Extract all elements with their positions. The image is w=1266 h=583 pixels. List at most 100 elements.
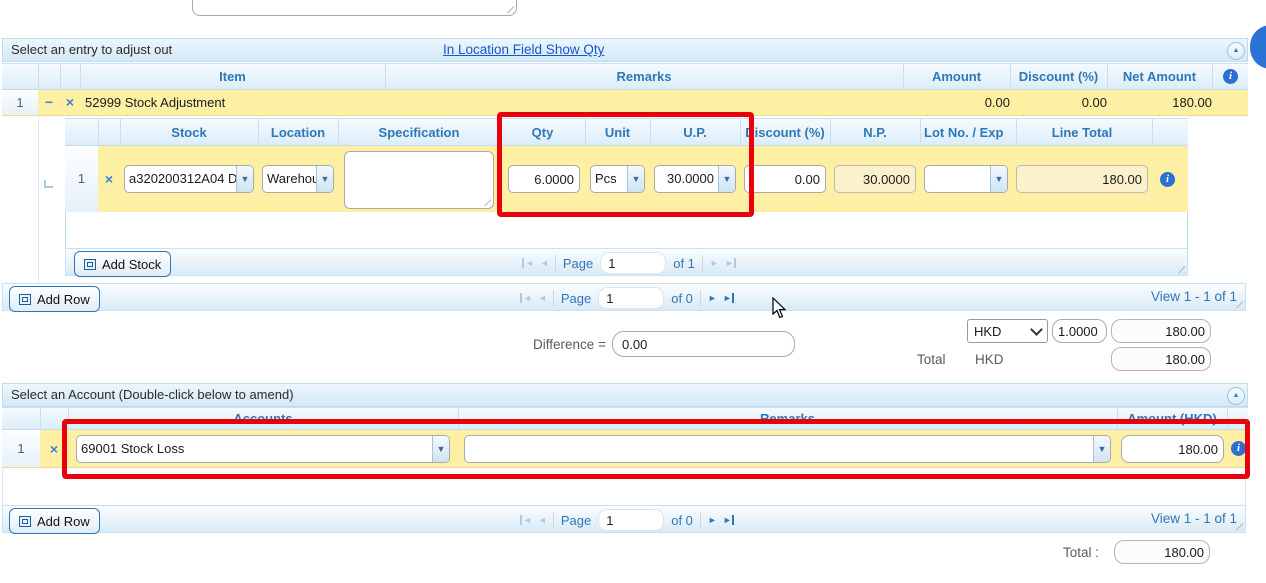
pager-next-icon[interactable]: ►	[708, 515, 716, 525]
col-delete	[40, 408, 69, 429]
entry-row[interactable]: 1 − × 52999 Stock Adjustment 0.00 0.00 1…	[2, 90, 1248, 116]
difference-input[interactable]	[612, 331, 795, 357]
subcol-unit: Unit	[585, 119, 651, 145]
page-input[interactable]	[598, 287, 664, 309]
chevron-down-icon[interactable]: ▼	[432, 436, 449, 462]
resize-grip[interactable]	[481, 196, 491, 206]
stock-select-value: a320200312A04 DRIF	[125, 166, 236, 192]
chevron-down-icon[interactable]: ▼	[990, 166, 1007, 192]
add-icon	[19, 516, 31, 527]
pager-prev-icon[interactable]: ◄	[540, 258, 548, 268]
stock-row-number: 1	[65, 146, 99, 212]
add-stock-label: Add Stock	[102, 257, 161, 272]
unit-select-value: Pcs	[591, 166, 627, 192]
subcol-discount: Discount (%)	[740, 119, 831, 145]
info-icon[interactable]: i	[1231, 441, 1246, 456]
subcol-info	[1152, 119, 1187, 145]
stock-row[interactable]: 1 × a320200312A04 DRIF ▼ Warehouse ▼ Pcs	[65, 146, 1188, 212]
account-select-value: 69001 Stock Loss	[77, 436, 432, 462]
account-amount-input[interactable]	[1121, 435, 1224, 463]
stock-adjustment-screen: Select an entry to adjust out In Locatio…	[0, 0, 1266, 583]
page-label: Page	[563, 256, 593, 271]
subcol-up: U.P.	[650, 119, 741, 145]
page-of-label: of 1	[673, 256, 695, 271]
resize-grip[interactable]	[504, 3, 514, 13]
row-collapse-icon[interactable]: −	[38, 90, 61, 115]
specification-textarea[interactable]	[344, 151, 494, 209]
pager-first-icon[interactable]: ◄	[520, 515, 531, 525]
entry-grid-header: Item Remarks Amount Discount (%) Net Amo…	[2, 63, 1248, 90]
add-stock-button[interactable]: Add Stock	[74, 251, 171, 277]
lot-cell: ▼	[920, 146, 1013, 212]
item-cell[interactable]: 52999 Stock Adjustment	[80, 90, 391, 115]
pager-first-icon[interactable]: ◄	[520, 293, 531, 303]
col-info	[1227, 408, 1248, 429]
currency-select[interactable]: HKD	[967, 319, 1048, 343]
resize-grip[interactable]	[1175, 263, 1185, 273]
account-remarks-select[interactable]: ▼	[464, 435, 1111, 463]
total-amount-input	[1111, 347, 1211, 371]
in-location-field-show-qty-link[interactable]: In Location Field Show Qty	[443, 42, 604, 57]
pager-last-icon[interactable]: ►	[723, 515, 734, 525]
stock-row-delete-icon[interactable]: ×	[98, 146, 121, 212]
entry-panel-titlebar: Select an entry to adjust out	[2, 38, 1248, 62]
add-row-label: Add Row	[37, 514, 90, 529]
pager-next-icon[interactable]: ►	[710, 258, 718, 268]
total-label: Total	[917, 352, 946, 367]
account-row-delete-icon[interactable]: ×	[40, 430, 69, 467]
pager-first-icon[interactable]: ◄	[522, 258, 533, 268]
add-icon	[19, 294, 31, 305]
unit-price-value: 30.0000	[655, 166, 718, 192]
pager-prev-icon[interactable]: ◄	[538, 515, 546, 525]
exchange-rate-input[interactable]	[1052, 319, 1107, 343]
subgrid-tree-icon	[44, 180, 53, 188]
top-cropped-textarea[interactable]	[192, 0, 517, 16]
subcol-stock: Stock	[120, 119, 259, 145]
subcol-lot: Lot No. / Exp	[920, 119, 1017, 145]
unit-select[interactable]: Pcs ▼	[590, 165, 645, 193]
unit-price-select[interactable]: 30.0000 ▼	[654, 165, 736, 193]
chevron-down-icon[interactable]: ▼	[627, 166, 644, 192]
chevron-down-icon[interactable]: ▼	[718, 166, 735, 192]
account-panel-collapse-icon[interactable]: ▲	[1227, 387, 1245, 405]
help-bubble[interactable]	[1250, 25, 1266, 69]
subcol-rownum	[65, 119, 99, 145]
account-grid-header: Accounts Remarks Amount (HKD)	[2, 407, 1248, 430]
account-remarks-cell: ▼	[458, 430, 1118, 467]
header-info-icon[interactable]: i	[1223, 69, 1238, 84]
qty-input[interactable]	[508, 165, 580, 193]
stock-select[interactable]: a320200312A04 DRIF ▼	[124, 165, 254, 193]
unit-cell: Pcs ▼	[585, 146, 651, 212]
page-input[interactable]	[600, 252, 666, 274]
row-delete-icon[interactable]: ×	[60, 90, 81, 115]
page-input[interactable]	[598, 509, 664, 531]
divider	[553, 512, 554, 528]
chevron-down-icon[interactable]: ▼	[1093, 436, 1110, 462]
col-net-amount: Net Amount	[1107, 64, 1213, 89]
chevron-down-icon[interactable]: ▼	[316, 166, 333, 192]
info-icon[interactable]: i	[1160, 172, 1175, 187]
account-grid-toolbar: Add Row ◄ ◄ Page of 0 ► ► View 1 - 1 of …	[2, 505, 1246, 533]
add-row-button[interactable]: Add Row	[9, 286, 100, 312]
account-row[interactable]: 1 × 69001 Stock Loss ▼ ▼ i	[2, 430, 1248, 468]
lot-select[interactable]: ▼	[924, 165, 1008, 193]
view-status: View 1 - 1 of 1	[1151, 289, 1237, 304]
chevron-down-icon[interactable]: ▼	[236, 166, 253, 192]
chevron-down-icon	[1030, 323, 1043, 336]
entry-grid-toolbar: Add Row ◄ ◄ Page of 0 ► ► View 1 - 1 of …	[2, 283, 1246, 311]
account-select[interactable]: 69001 Stock Loss ▼	[76, 435, 450, 463]
divider	[555, 255, 556, 271]
col-remarks: Remarks	[458, 408, 1118, 429]
line-discount-input[interactable]	[744, 165, 826, 193]
pager-last-icon[interactable]: ►	[723, 293, 734, 303]
col-delete	[60, 64, 81, 89]
page-label: Page	[561, 291, 591, 306]
location-select[interactable]: Warehouse ▼	[262, 165, 334, 193]
remarks-cell[interactable]	[385, 90, 904, 115]
entry-panel-collapse-icon[interactable]: ▲	[1227, 42, 1245, 60]
pager-next-icon[interactable]: ►	[708, 293, 716, 303]
pager-prev-icon[interactable]: ◄	[538, 293, 546, 303]
pager-last-icon[interactable]: ►	[725, 258, 736, 268]
entry-grid-pager: ◄ ◄ Page of 0 ► ►	[520, 287, 734, 309]
add-account-row-button[interactable]: Add Row	[9, 508, 100, 534]
